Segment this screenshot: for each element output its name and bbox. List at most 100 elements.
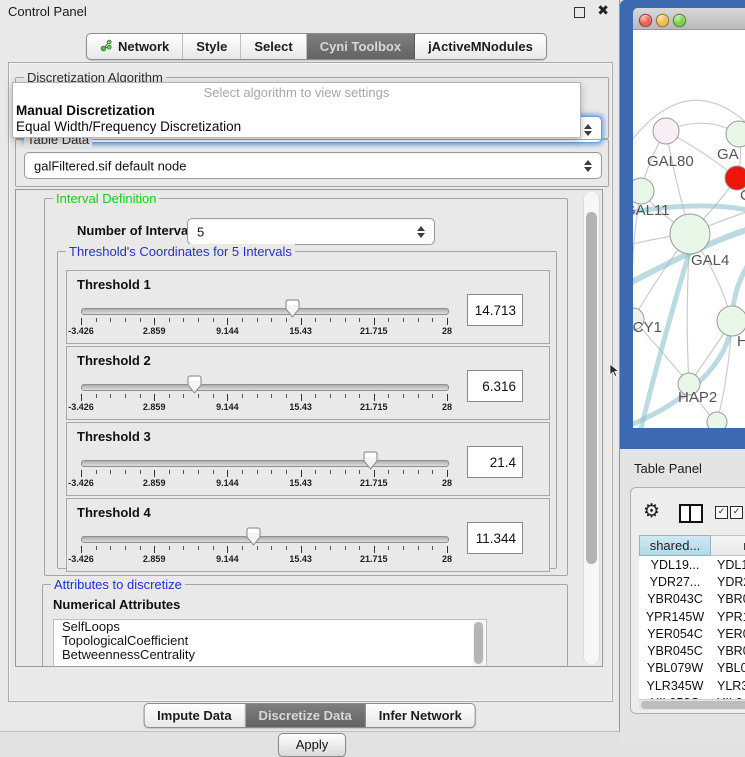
threshold-label: Threshold 4 xyxy=(77,505,151,520)
tab-network[interactable]: Network xyxy=(87,34,183,59)
slider-tick-label: 28 xyxy=(442,402,452,412)
network-node[interactable] xyxy=(633,178,654,204)
slider-tick xyxy=(374,546,375,553)
thresholds-title: Threshold's Coordinates for 5 Intervals xyxy=(66,244,295,259)
network-node[interactable] xyxy=(707,412,727,428)
column-header-shared-name[interactable]: shared... xyxy=(639,535,711,556)
threshold-value-field[interactable]: 14.713 xyxy=(467,294,523,326)
attribute-item-selfloops[interactable]: SelfLoops xyxy=(54,620,486,634)
cell-name[interactable]: YBL0 xyxy=(711,661,745,675)
slider-tick xyxy=(286,470,287,474)
threshold-value-field[interactable]: 6.316 xyxy=(467,370,523,402)
cell-shared-name[interactable]: YER054C xyxy=(639,627,711,641)
network-node[interactable] xyxy=(726,121,745,147)
cell-name[interactable]: YER0 xyxy=(711,627,745,641)
table-row[interactable]: YDL19...YDL1 xyxy=(639,556,745,573)
control-panel-titlebar: Control Panel ✖ xyxy=(0,0,619,22)
table-panel-title: Table Panel xyxy=(634,461,702,476)
table-hscrollbar-thumb[interactable] xyxy=(641,701,745,709)
cell-shared-name[interactable]: YDR27... xyxy=(639,575,711,589)
threshold-slider-track[interactable] xyxy=(81,460,449,467)
tab-cyni-toolbox[interactable]: Cyni Toolbox xyxy=(307,34,415,59)
zoom-button[interactable] xyxy=(673,14,686,27)
table-row[interactable]: YER054CYER0 xyxy=(639,625,745,642)
threshold-slider-track[interactable] xyxy=(81,384,449,391)
network-window-titlebar[interactable] xyxy=(633,8,745,30)
checkbox-icon[interactable]: ✓ xyxy=(730,506,743,519)
threshold-value-field[interactable]: 11.344 xyxy=(467,522,523,554)
threshold-slider-thumb[interactable] xyxy=(363,451,378,470)
cell-shared-name[interactable]: YBL079W xyxy=(639,661,711,675)
tab-discretize-data[interactable]: Discretize Data xyxy=(246,704,366,727)
float-window-icon[interactable] xyxy=(574,7,585,18)
slider-tick xyxy=(125,394,126,398)
cell-shared-name[interactable]: YBR045C xyxy=(639,644,711,658)
attribute-item-topologicalcoefficient[interactable]: TopologicalCoefficient xyxy=(54,634,486,648)
settings-scrollbar[interactable] xyxy=(583,192,600,664)
network-canvas[interactable]: GAL80GACGAL11GAL4GCY1HHAP2 xyxy=(633,30,745,428)
table-hscrollbar[interactable] xyxy=(639,699,745,710)
threshold-slider-thumb[interactable] xyxy=(187,375,202,394)
slider-tick-label: 28 xyxy=(442,478,452,488)
cell-shared-name[interactable]: YBR043C xyxy=(639,592,711,606)
threshold-slider-thumb[interactable] xyxy=(285,299,300,318)
gear-icon[interactable]: ⚙ xyxy=(643,500,660,522)
network-node[interactable] xyxy=(653,118,679,144)
threshold-slider-thumb[interactable] xyxy=(246,527,261,546)
cell-shared-name[interactable]: YLR345W xyxy=(639,679,711,693)
popup-option-manual-discretization[interactable]: Manual Discretization xyxy=(13,103,580,119)
table-row[interactable]: YDR27...YDR2 xyxy=(639,573,745,590)
threshold-panel-2: Threshold 2-3.4262.8599.14415.4321.71528… xyxy=(66,346,550,420)
slider-tick xyxy=(418,318,419,322)
slider-tick xyxy=(96,318,97,322)
attribute-item-betweennesscentrality[interactable]: BetweennessCentrality xyxy=(54,648,486,662)
cell-shared-name[interactable]: YPR145W xyxy=(639,610,711,624)
cell-shared-name[interactable]: YDL19... xyxy=(639,558,711,572)
interval-definition-title: Interval Definition xyxy=(53,191,159,206)
table-row[interactable]: YPR145WYPR1 xyxy=(639,608,745,625)
threshold-slider-track[interactable] xyxy=(81,308,449,315)
table-row[interactable]: YBR043CYBR0 xyxy=(639,591,745,608)
table-row[interactable]: YBL079WYBL0 xyxy=(639,660,745,677)
column-header-name[interactable]: na xyxy=(711,535,745,556)
numerical-attributes-list[interactable]: SelfLoopsTopologicalCoefficientBetweenne… xyxy=(53,619,487,667)
tab-jactivemnodules[interactable]: jActiveMNodules xyxy=(415,34,546,59)
apply-button[interactable]: Apply xyxy=(278,733,346,757)
cell-name[interactable]: YBR0 xyxy=(711,592,745,606)
cell-name[interactable]: YBR0 xyxy=(711,644,745,658)
threshold-slider-track[interactable] xyxy=(81,536,449,543)
close-button[interactable] xyxy=(639,14,652,27)
network-node[interactable] xyxy=(670,214,710,254)
slider-tick xyxy=(286,394,287,398)
control-panel-tabbar: NetworkStyleSelectCyni ToolboxjActiveMNo… xyxy=(86,33,547,60)
cell-name[interactable]: YDL1 xyxy=(711,558,745,572)
minimize-button[interactable] xyxy=(656,14,669,27)
cell-name[interactable]: YDR2 xyxy=(711,575,745,589)
num-intervals-combobox[interactable]: 5 xyxy=(187,218,435,245)
tab-infer-network[interactable]: Infer Network xyxy=(366,704,475,727)
split-columns-icon[interactable] xyxy=(679,504,703,523)
threshold-value-field[interactable]: 21.4 xyxy=(467,446,523,478)
cell-name[interactable]: YLR3 xyxy=(711,679,745,693)
attributes-scrollbar[interactable] xyxy=(473,621,485,667)
cell-name[interactable]: YPR1 xyxy=(711,610,745,624)
close-icon[interactable]: ✖ xyxy=(597,2,609,19)
node-attribute-table[interactable]: shared... na YDL19...YDL1YDR27...YDR2YBR… xyxy=(639,535,745,705)
checkbox-icon[interactable]: ✓ xyxy=(715,506,728,519)
tab-select[interactable]: Select xyxy=(241,34,306,59)
slider-tick xyxy=(183,318,184,322)
tab-impute-data[interactable]: Impute Data xyxy=(144,704,245,727)
table-row[interactable]: YBR045CYBR0 xyxy=(639,642,745,659)
table-data-combobox[interactable]: galFiltered.sif default node xyxy=(24,152,602,179)
slider-tick xyxy=(432,470,433,474)
network-node[interactable] xyxy=(717,306,745,336)
slider-tick xyxy=(418,546,419,550)
table-row[interactable]: YLR345WYLR3 xyxy=(639,677,745,694)
settings-scrollbar-thumb[interactable] xyxy=(586,212,597,564)
threshold-panel-1: Threshold 1-3.4262.8599.14415.4321.71528… xyxy=(66,270,550,344)
slider-tick xyxy=(169,394,170,398)
tab-label: Impute Data xyxy=(157,708,231,723)
tab-style[interactable]: Style xyxy=(183,34,241,59)
slider-tick xyxy=(432,546,433,550)
popup-option-equal-width-frequency-discretization[interactable]: Equal Width/Frequency Discretization xyxy=(13,119,580,135)
